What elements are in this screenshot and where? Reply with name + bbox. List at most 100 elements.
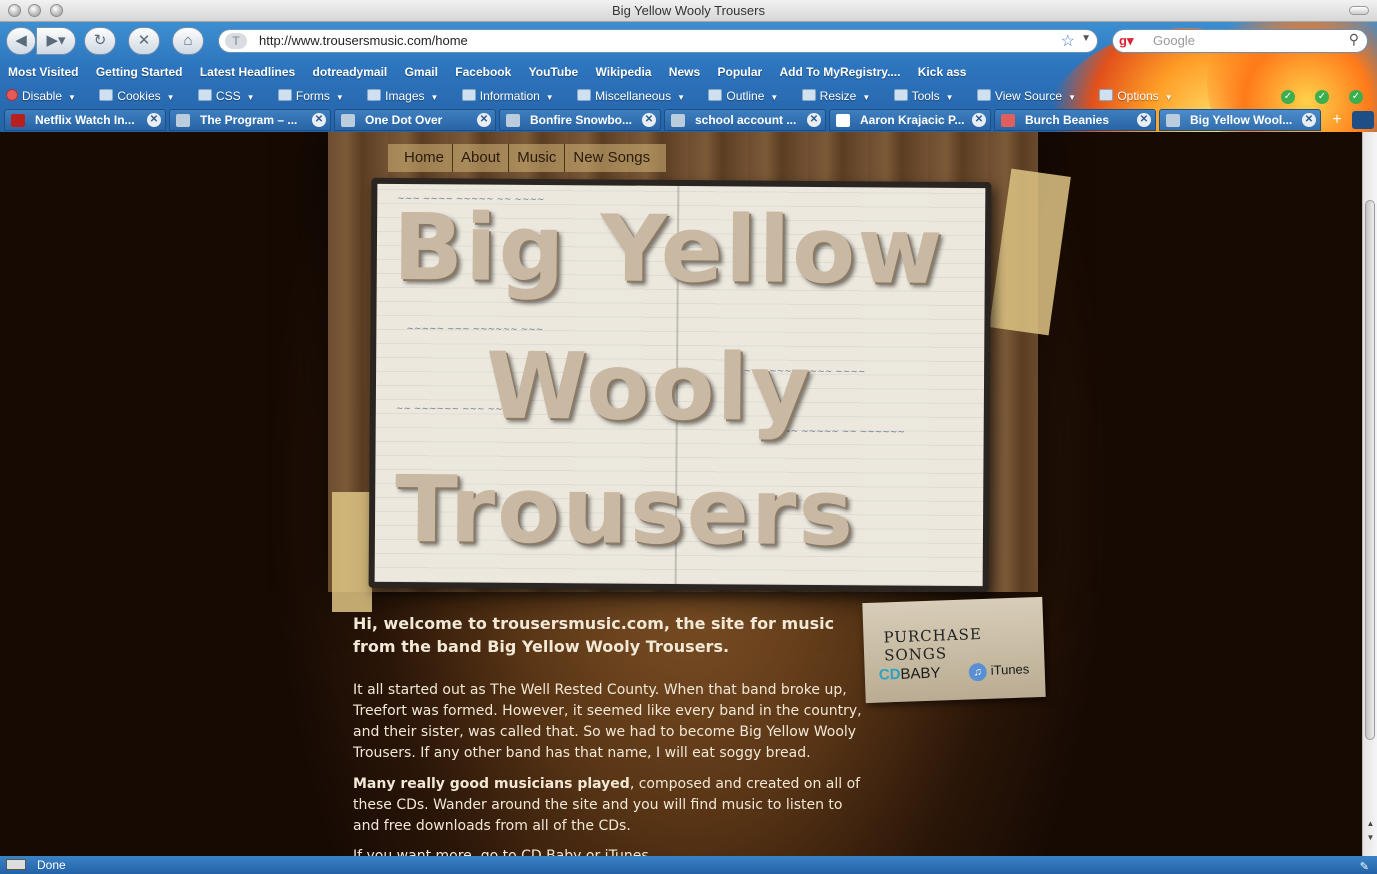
information-icon [461, 89, 476, 101]
reload-icon: ↻ [93, 32, 107, 49]
site-nav-about[interactable]: About [453, 144, 510, 172]
view-source-icon [976, 89, 991, 101]
css-icon [197, 89, 212, 101]
devbar-information[interactable]: Information ▼ [456, 86, 554, 108]
validation-status: ✓ ✓ ✓ [1261, 88, 1363, 104]
page-favicon-icon [176, 114, 190, 127]
site-nav-music[interactable]: Music [509, 144, 566, 172]
google-engine-icon[interactable]: g▾ [1119, 33, 1147, 49]
close-tab-icon[interactable]: ✕ [147, 113, 161, 127]
bookmark-news[interactable]: News [669, 62, 700, 82]
page-favicon-icon [1001, 114, 1015, 127]
netflix-favicon-icon [11, 114, 25, 127]
devbar-options[interactable]: Options ▼ [1093, 86, 1173, 108]
url-bar[interactable]: T http://www.trousersmusic.com/home ☆ ▼ [218, 29, 1098, 53]
devbar-outline[interactable]: Outline ▼ [702, 86, 778, 108]
url-dropdown-icon[interactable]: ▼ [1081, 33, 1091, 44]
site-favicon-icon: T [225, 33, 247, 49]
status-bar: Done ✎ [0, 856, 1377, 874]
bookmark-star-icon[interactable]: ☆ [1061, 31, 1075, 51]
tab-burch-beanies[interactable]: Burch Beanies ✕ [994, 109, 1156, 131]
bookmark-facebook[interactable]: Facebook [455, 62, 511, 82]
search-input[interactable]: Google [1153, 30, 1195, 52]
bookmark-wikipedia[interactable]: Wikipedia [596, 62, 652, 82]
devbar-images[interactable]: Images ▼ [361, 86, 438, 108]
forward-button[interactable]: ▶▾ [36, 27, 76, 55]
bookmark-getting-started[interactable]: Getting Started [96, 62, 183, 82]
tab-school-account[interactable]: school account ... ✕ [664, 109, 826, 131]
url-text[interactable]: http://www.trousersmusic.com/home [259, 30, 468, 52]
bookmark-latest-headlines[interactable]: Latest Headlines [200, 62, 295, 82]
close-tab-icon[interactable]: ✕ [807, 113, 821, 127]
tab-bonfire[interactable]: Bonfire Snowbo... ✕ [499, 109, 661, 131]
options-wrench-icon [1099, 89, 1114, 101]
check-icon[interactable]: ✓ [1315, 90, 1329, 104]
devbar-disable[interactable]: Disable ▼ [0, 86, 76, 108]
tools-icon [893, 89, 908, 101]
close-tab-icon[interactable]: ✕ [972, 113, 986, 127]
home-button[interactable]: ⌂ [172, 27, 204, 55]
logo-line-2: Wooly [485, 332, 813, 442]
bookmark-add-to-myregistry[interactable]: Add To MyRegistry.... [780, 62, 901, 82]
devbar-view-source[interactable]: View Source ▼ [971, 86, 1076, 108]
devbar-cookies[interactable]: Cookies ▼ [93, 86, 175, 108]
cookies-icon [99, 89, 114, 101]
resize-grip-icon[interactable]: ✎ [1360, 858, 1369, 874]
minimize-window-button[interactable] [28, 4, 41, 17]
check-icon[interactable]: ✓ [1349, 90, 1363, 104]
back-button[interactable]: ◀ [6, 27, 36, 55]
zoom-window-button[interactable] [50, 4, 63, 17]
welcome-heading: Hi, welcome to trousersmusic.com, the si… [353, 614, 835, 656]
bookmark-gmail[interactable]: Gmail [405, 62, 438, 82]
site-nav-home[interactable]: Home [396, 144, 454, 172]
devbar-miscellaneous[interactable]: Miscellaneous ▼ [571, 86, 685, 108]
toolbar-toggle-button[interactable] [1349, 6, 1369, 15]
devbar-forms[interactable]: Forms ▼ [272, 86, 344, 108]
itunes-link[interactable]: ♫ iTunes [968, 661, 1030, 682]
tab-netflix[interactable]: Netflix Watch In... ✕ [4, 109, 166, 131]
tab-the-program[interactable]: The Program – ... ✕ [169, 109, 331, 131]
logo-notebook[interactable]: ~~~ ~~~~ ~~~~~ ~~ ~~~~ ~~~~~ ~~~ ~~~~~~ … [368, 177, 992, 593]
devbar-tools[interactable]: Tools ▼ [888, 86, 954, 108]
vertical-scrollbar[interactable]: ▲ ▼ [1362, 132, 1377, 856]
bookmark-kick-ass[interactable]: Kick ass [918, 62, 967, 82]
tab-big-yellow-wooly[interactable]: Big Yellow Wool... ✕ [1159, 109, 1321, 131]
close-tab-icon[interactable]: ✕ [1302, 113, 1316, 127]
reload-button[interactable]: ↻ [84, 27, 116, 55]
tab-one-dot-over[interactable]: One Dot Over ✕ [334, 109, 496, 131]
scrollbar-thumb[interactable] [1365, 200, 1375, 740]
new-tab-button[interactable]: + [1326, 110, 1348, 130]
devbar-css[interactable]: CSS ▼ [192, 86, 255, 108]
close-tab-icon[interactable]: ✕ [1137, 113, 1151, 127]
tab-bar: Netflix Watch In... ✕ The Program – ... ✕ … [0, 108, 1377, 132]
bookmark-youtube[interactable]: YouTube [529, 62, 579, 82]
close-tab-icon[interactable]: ✕ [312, 113, 326, 127]
scroll-down-arrow-icon[interactable]: ▼ [1363, 832, 1377, 844]
site-nav-new-songs[interactable]: New Songs [565, 144, 658, 172]
history-paragraph: It all started out as The Well Rested Co… [353, 682, 862, 761]
close-window-button[interactable] [8, 4, 21, 17]
devbar-resize[interactable]: Resize ▼ [796, 86, 870, 108]
tab-aaron-krajacic[interactable]: Aaron Krajacic P... ✕ [829, 109, 991, 131]
scroll-up-arrow-icon[interactable]: ▲ [1363, 818, 1377, 830]
logo-line-1: Big Yellow [392, 193, 945, 305]
bookmark-most-visited[interactable]: Most Visited [8, 62, 78, 82]
page-favicon-icon [836, 114, 850, 127]
itunes-note-icon: ♫ [968, 662, 988, 682]
site-navigation: Home About Music New Songs [388, 144, 667, 172]
check-icon[interactable]: ✓ [1281, 90, 1295, 104]
bookmark-popular[interactable]: Popular [718, 62, 763, 82]
list-all-tabs-button[interactable] [1352, 111, 1374, 129]
search-bar[interactable]: g▾ Google ⚲ [1112, 29, 1368, 53]
browser-chrome: ◀ ▶▾ ↻ ✕ ⌂ T http://www.trousersmusic.co… [0, 22, 1377, 132]
navigation-toolbar: ◀ ▶▾ ↻ ✕ ⌂ T http://www.trousersmusic.co… [0, 26, 1377, 56]
close-tab-icon[interactable]: ✕ [477, 113, 491, 127]
purchase-heading: PURCHASE SONGS [883, 625, 983, 665]
close-tab-icon[interactable]: ✕ [642, 113, 656, 127]
disable-icon [6, 89, 18, 101]
search-icon[interactable]: ⚲ [1349, 31, 1359, 48]
bookmark-dotreadymail[interactable]: dotreadymail [313, 62, 388, 82]
stop-button[interactable]: ✕ [128, 27, 160, 55]
cdbaby-link[interactable]: CDBABY [879, 664, 941, 683]
miscellaneous-icon [577, 89, 592, 101]
